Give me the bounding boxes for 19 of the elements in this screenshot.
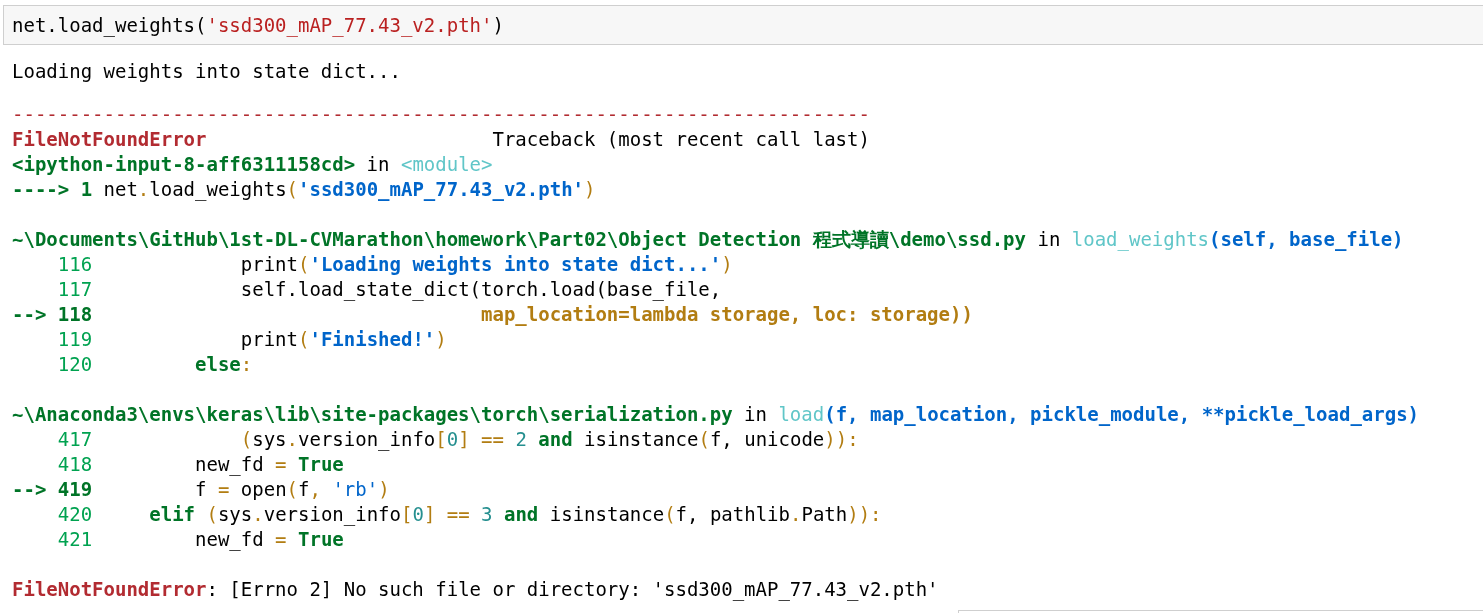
traceback-line: 418 new_fd = True bbox=[56, 452, 344, 477]
traceback-line: FileNotFoundError Traceback (most recent call last) bbox=[12, 127, 870, 152]
traceback-line: 116 print('Loading weights into state dict...') bbox=[56, 252, 733, 277]
traceback-line: 117 self.load_state_dict(torch.load(base_file, bbox=[56, 277, 722, 302]
traceback-line: --> 419 f = open(f, 'rb') bbox=[12, 477, 390, 502]
code-input-cell[interactable]: net.load_weights('ssd300_mAP_77.43_v2.pth') bbox=[3, 5, 1483, 45]
traceback-line: 120 else: bbox=[56, 352, 253, 377]
traceback-line: ~\Anaconda3\envs\keras\lib\site-packages\torch\serialization.py in load(f, map_location, pickle_module, **pickle_load_args) bbox=[12, 402, 1419, 427]
traceback-line: ~\Documents\GitHub\1st-DL-CVMarathon\homework\Part02\Object Detection 程式導讀\demo\ssd.py in load_weights(self, base_file) bbox=[12, 227, 1404, 252]
output-line: Loading weights into state dict... bbox=[12, 59, 401, 84]
traceback-line: <ipython-input-8-aff6311158cd> in <module> bbox=[12, 152, 493, 177]
traceback-line: ----> 1 net.load_weights('ssd300_mAP_77.43_v2.pth') bbox=[12, 177, 596, 202]
traceback-line: 119 print('Finished!') bbox=[56, 327, 447, 352]
traceback-line: 421 new_fd = True bbox=[56, 527, 344, 552]
traceback-line: --------------------------------------------------------------------------- bbox=[12, 102, 870, 127]
traceback-line: --> 118 map_location=lambda storage, loc: storage)) bbox=[12, 302, 973, 327]
traceback-line: FileNotFoundError: [Errno 2] No such file or directory: 'ssd300_mAP_77.43_v2.pth' bbox=[12, 577, 939, 602]
traceback-line: 417 (sys.version_info[0] == 2 and isinstance(f, unicode)): bbox=[56, 427, 859, 452]
traceback-line: 420 elif (sys.version_info[0] == 3 and isinstance(f, pathlib.Path)): bbox=[56, 502, 882, 527]
